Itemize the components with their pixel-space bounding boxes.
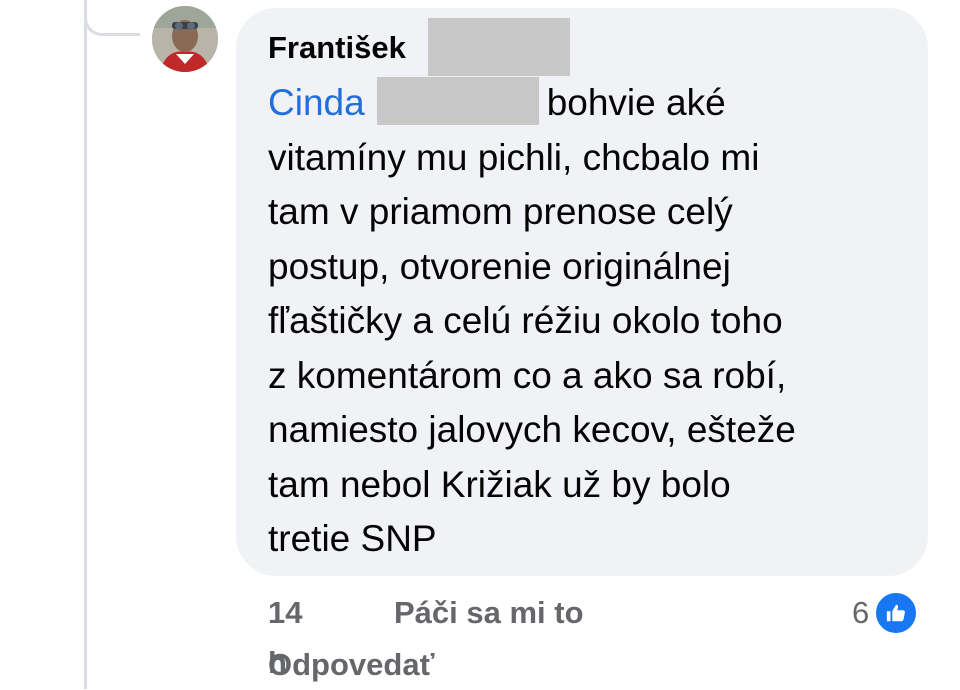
author-name[interactable]: František [268, 22, 406, 74]
redacted-surname [428, 18, 570, 76]
like-reaction-badge [873, 590, 920, 636]
comment-line: z komentárom co a ako sa robí, [268, 354, 787, 396]
thread-connector [84, 0, 140, 36]
profile-photo-icon [152, 6, 218, 72]
comment-line: tam nebol Križiak už by bolo [268, 463, 731, 505]
author-row: František [268, 22, 406, 74]
mention-link[interactable]: Cinda [268, 82, 365, 123]
comment-line: postup, otvorenie originálnej [268, 245, 731, 287]
reaction-count: 6 [852, 595, 870, 630]
redacted-mention [376, 77, 539, 125]
like-thumb-icon [887, 604, 906, 622]
comment-line: namiesto jalovych kecov, ešteže [268, 409, 796, 450]
author-avatar[interactable] [152, 6, 218, 72]
comment-line: vitamíny mu pichli, chcbalo mi [268, 136, 760, 178]
comment-text: Cinda bohvie aké vitamíny mu pichli, chcb… [268, 76, 908, 567]
reply-button[interactable]: Odpovedať [268, 640, 434, 690]
comment-line: fľaštičky a celú réžiu okolo toho [268, 300, 783, 341]
comment-line: tretie SNP [268, 518, 437, 559]
reaction-summary[interactable]: 6 [852, 590, 920, 636]
like-button[interactable]: Páči sa mi to [394, 588, 584, 638]
comment-line: Cinda bohvie aké [268, 76, 908, 131]
comment-line: tam v priamom prenose celý [268, 191, 733, 232]
thread-line [84, 0, 87, 689]
comment-line-text: bohvie aké [546, 82, 726, 123]
